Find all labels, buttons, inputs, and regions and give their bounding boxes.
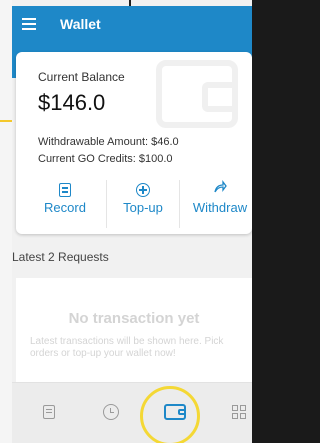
annotation-line [0,120,12,122]
menu-icon[interactable] [22,12,46,36]
balance-label: Current Balance [38,70,125,84]
orders-list-icon [43,405,55,419]
history-icon [103,404,119,420]
requests-heading: Latest 2 Requests [12,250,109,264]
empty-title: No transaction yet [68,310,200,327]
balance-amount: $146.0 [38,90,106,115]
document-icon [59,183,71,197]
withdraw-button[interactable]: Withdraw [179,180,252,228]
app-bar: Wallet [12,6,252,42]
empty-description: Latest transactions will be shown here. … [30,336,224,359]
nav-orders[interactable] [36,401,62,423]
apps-grid-icon [232,405,246,419]
topup-button[interactable]: Top-up [106,180,179,228]
nav-apps[interactable] [226,401,252,423]
balance-card: Current Balance $146.0 Withdrawable Amou… [16,52,252,234]
record-label: Record [44,200,86,215]
empty-state: No transaction yet Latest transactions w… [16,278,252,382]
wallet-watermark-icon [156,60,238,128]
highlight-circle [140,386,200,443]
record-button[interactable]: Record [30,180,100,228]
bottom-navigation [12,382,252,443]
topup-label: Top-up [123,200,163,215]
withdraw-label: Withdraw [192,200,248,215]
nav-history[interactable] [98,401,124,423]
go-credits: Current GO Credits: $100.0 [38,153,173,165]
action-row: Record Top-up Withdraw [16,180,252,228]
page-title: Wallet [60,16,101,32]
withdrawable-amount: Withdrawable Amount: $46.0 [38,136,179,148]
plus-circle-icon [136,183,150,197]
share-arrow-icon [213,180,227,200]
phone-screen: Wallet Current Balance $146.0 Withdrawab… [12,0,252,443]
